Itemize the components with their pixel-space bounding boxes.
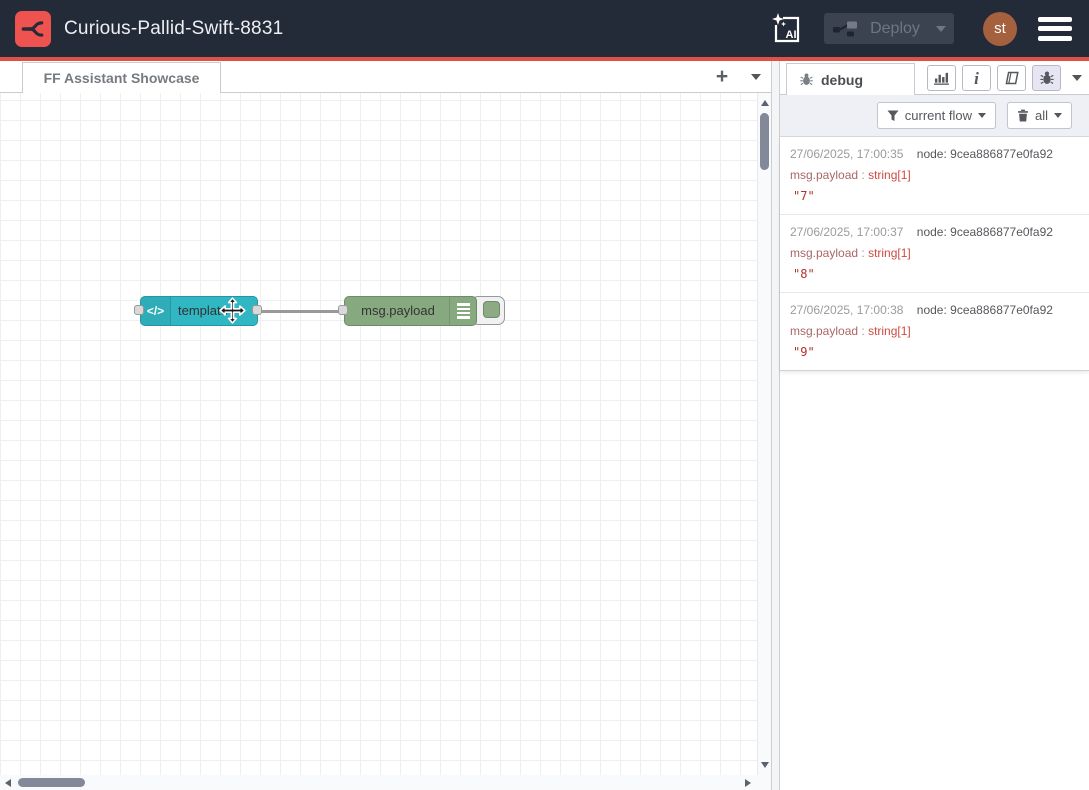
debug-message[interactable]: 27/06/2025, 17:00:38 node: 9cea886877e0f…: [780, 293, 1089, 370]
chevron-down-icon: [751, 74, 761, 80]
hamburger-icon: [1038, 17, 1072, 22]
bug-icon: [800, 73, 813, 86]
code-brackets-icon: </>: [141, 297, 171, 325]
debug-message[interactable]: 27/06/2025, 17:00:35 node: 9cea886877e0f…: [780, 137, 1089, 215]
template-node-output-port[interactable]: [252, 305, 262, 315]
canvas-vertical-scrollbar[interactable]: [757, 93, 771, 775]
message-type: string[1]: [868, 324, 911, 338]
template-node-label: template: [178, 297, 228, 325]
wire-template-to-debug[interactable]: [257, 310, 345, 313]
plus-icon: +: [716, 65, 728, 89]
chevron-down-icon: [978, 113, 986, 118]
message-timestamp: 27/06/2025, 17:00:38: [790, 303, 903, 317]
sidebar-button-debug[interactable]: [1032, 65, 1061, 91]
sidebar-tab-buttons: i: [927, 65, 1082, 91]
list-lines-icon: [449, 297, 476, 325]
sidebar-splitter[interactable]: [771, 61, 780, 790]
message-value: "7": [790, 189, 1079, 203]
hamburger-icon: [1038, 26, 1072, 31]
deploy-options-caret[interactable]: [936, 26, 946, 32]
message-timestamp: 27/06/2025, 17:00:37: [790, 225, 903, 239]
message-property: msg.payload: [790, 168, 858, 182]
flowfuse-logo-icon[interactable]: [15, 11, 51, 47]
trash-icon: [1017, 109, 1029, 122]
main-menu-button[interactable]: [1038, 17, 1072, 41]
message-timestamp: 27/06/2025, 17:00:35: [790, 147, 903, 161]
message-type: string[1]: [868, 246, 911, 260]
page-title: Curious-Pallid-Swift-8831: [64, 18, 283, 40]
debug-node-label: msg.payload: [345, 297, 451, 325]
sidebar-tab-label: debug: [821, 72, 863, 88]
message-node-id: node: 9cea886877e0fa92: [917, 147, 1053, 161]
hamburger-icon: [1038, 36, 1072, 41]
deploy-button-label: Deploy: [870, 20, 920, 38]
message-type: string[1]: [868, 168, 911, 182]
vertical-scroll-thumb[interactable]: [760, 113, 769, 170]
branch-glyph: [19, 15, 47, 43]
sidebar-tabs-dropdown-button[interactable]: [1072, 75, 1082, 81]
flow-list-dropdown-button[interactable]: [742, 61, 770, 92]
filter-button-label: current flow: [905, 108, 972, 123]
sidebar-tab-row: debug i: [780, 61, 1089, 95]
flow-tab-strip: FF Assistant Showcase +: [0, 61, 771, 93]
sidebar-button-help[interactable]: [997, 65, 1026, 91]
sparkle-ai-icon: AI: [770, 12, 804, 46]
flow-tab-active[interactable]: FF Assistant Showcase: [22, 62, 221, 93]
user-avatar[interactable]: st: [983, 12, 1017, 46]
message-node-id: node: 9cea886877e0fa92: [917, 303, 1053, 317]
ai-assistant-button[interactable]: AI: [769, 11, 805, 47]
avatar-initials: st: [994, 20, 1006, 37]
scroll-up-arrow[interactable]: [761, 100, 769, 106]
chevron-down-icon: [1054, 113, 1062, 118]
template-node[interactable]: </> template: [140, 296, 258, 326]
book-icon: [1004, 71, 1020, 85]
debug-node-input-port[interactable]: [338, 305, 348, 315]
canvas-horizontal-scrollbar[interactable]: [0, 775, 771, 790]
message-separator: :: [858, 324, 868, 338]
debug-sidebar: debug i: [780, 61, 1089, 790]
debug-clear-button[interactable]: all: [1007, 102, 1072, 129]
svg-text:AI: AI: [786, 29, 797, 41]
code-glyph: </>: [147, 304, 164, 318]
debug-toolbar: current flow all: [780, 95, 1089, 137]
flow-tab-label: FF Assistant Showcase: [44, 70, 200, 86]
bug-icon: [1040, 71, 1054, 85]
info-icon: i: [974, 70, 979, 87]
horizontal-scroll-thumb[interactable]: [18, 778, 85, 787]
debug-node[interactable]: msg.payload: [344, 296, 477, 326]
clear-button-label: all: [1035, 108, 1048, 123]
add-flow-button[interactable]: +: [704, 61, 740, 92]
message-value: "8": [790, 267, 1079, 281]
scroll-right-arrow[interactable]: [745, 779, 751, 787]
debug-message-list: 27/06/2025, 17:00:35 node: 9cea886877e0f…: [780, 137, 1089, 371]
funnel-icon: [887, 110, 899, 122]
debug-message[interactable]: 27/06/2025, 17:00:37 node: 9cea886877e0f…: [780, 215, 1089, 293]
toggle-indicator: [483, 301, 500, 318]
message-property: msg.payload: [790, 324, 858, 338]
template-node-input-port[interactable]: [134, 305, 144, 315]
message-property: msg.payload: [790, 246, 858, 260]
debug-filter-button[interactable]: current flow: [877, 102, 996, 129]
message-separator: :: [858, 246, 868, 260]
flow-canvas[interactable]: </> template msg.payload: [0, 93, 757, 775]
scroll-left-arrow[interactable]: [5, 779, 11, 787]
message-node-id: node: 9cea886877e0fa92: [917, 225, 1053, 239]
sidebar-button-dashboard[interactable]: [927, 65, 956, 91]
message-separator: :: [858, 168, 868, 182]
node-red-editor: Curious-Pallid-Swift-8831 AI Deploy st: [0, 0, 1089, 790]
sidebar-button-info[interactable]: i: [962, 65, 991, 91]
header-bar: Curious-Pallid-Swift-8831 AI Deploy st: [0, 0, 1089, 57]
message-value: "9": [790, 345, 1079, 359]
deploy-button[interactable]: Deploy: [824, 13, 954, 44]
bar-chart-icon: [934, 71, 949, 85]
sidebar-tab-debug[interactable]: debug: [786, 63, 915, 95]
deploy-nodes-icon: [832, 20, 858, 38]
scroll-down-arrow[interactable]: [761, 762, 769, 768]
